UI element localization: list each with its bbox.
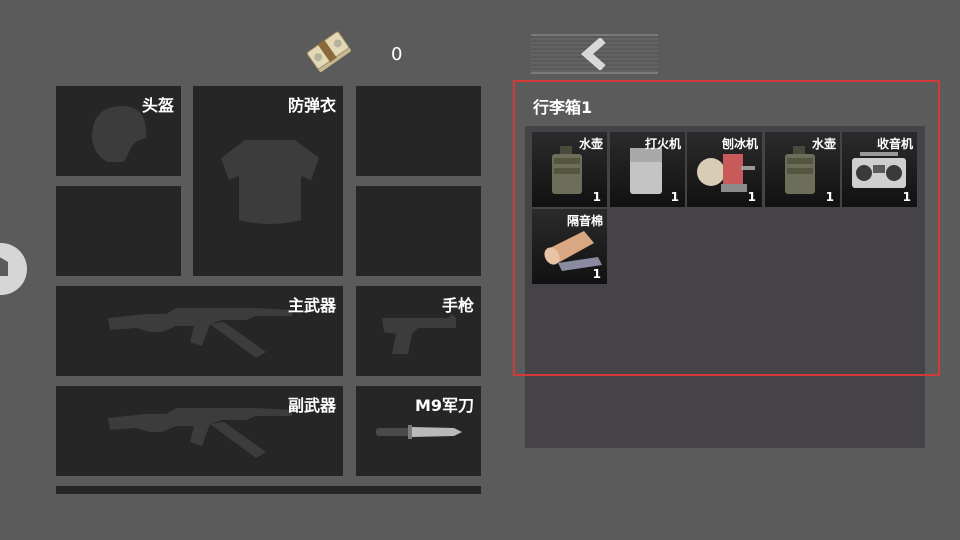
accessory-slot-3[interactable] <box>356 186 481 276</box>
armor-label: 防弹衣 <box>287 96 336 115</box>
chevron-left-icon <box>580 38 606 70</box>
item-radio[interactable]: 收音机 1 <box>842 132 917 207</box>
accessory-slot-1[interactable] <box>356 86 481 176</box>
helmet-label: 头盔 <box>141 96 174 115</box>
money-amount: 0 <box>391 44 403 65</box>
primary-weapon-label: 主武器 <box>287 296 336 315</box>
secondary-weapon-slot[interactable]: 副武器 <box>56 386 343 476</box>
rifle-icon <box>108 308 292 358</box>
armor-slot[interactable]: 防弹衣 <box>193 86 343 276</box>
armor-icon <box>221 140 319 224</box>
helmet-slot[interactable]: 头盔 <box>56 86 181 176</box>
item-canteen[interactable]: 水壶 1 <box>765 132 840 207</box>
knife-slot[interactable]: M9军刀 <box>356 386 481 476</box>
secondary-weapon-label: 副武器 <box>287 396 336 415</box>
side-action-button[interactable] <box>0 242 28 296</box>
accessory-slot-2[interactable] <box>56 186 181 276</box>
item-canteen[interactable]: 水壶 1 <box>532 132 607 207</box>
back-button[interactable] <box>531 34 658 74</box>
knife-label: M9军刀 <box>414 396 474 415</box>
item-foam-roll[interactable]: 隔音棉 1 <box>532 209 607 284</box>
cash-bundle-icon <box>304 30 356 80</box>
primary-weapon-slot[interactable]: 主武器 <box>56 286 343 376</box>
extra-slot-row[interactable] <box>56 486 481 494</box>
pistol-slot[interactable]: 手枪 <box>356 286 481 376</box>
item-lighter[interactable]: 打火机 1 <box>610 132 685 207</box>
item-ice-shaver[interactable]: 刨冰机 1 <box>687 132 762 207</box>
rifle-icon <box>108 408 292 458</box>
knife-icon <box>376 425 462 439</box>
pistol-label: 手枪 <box>441 296 474 315</box>
